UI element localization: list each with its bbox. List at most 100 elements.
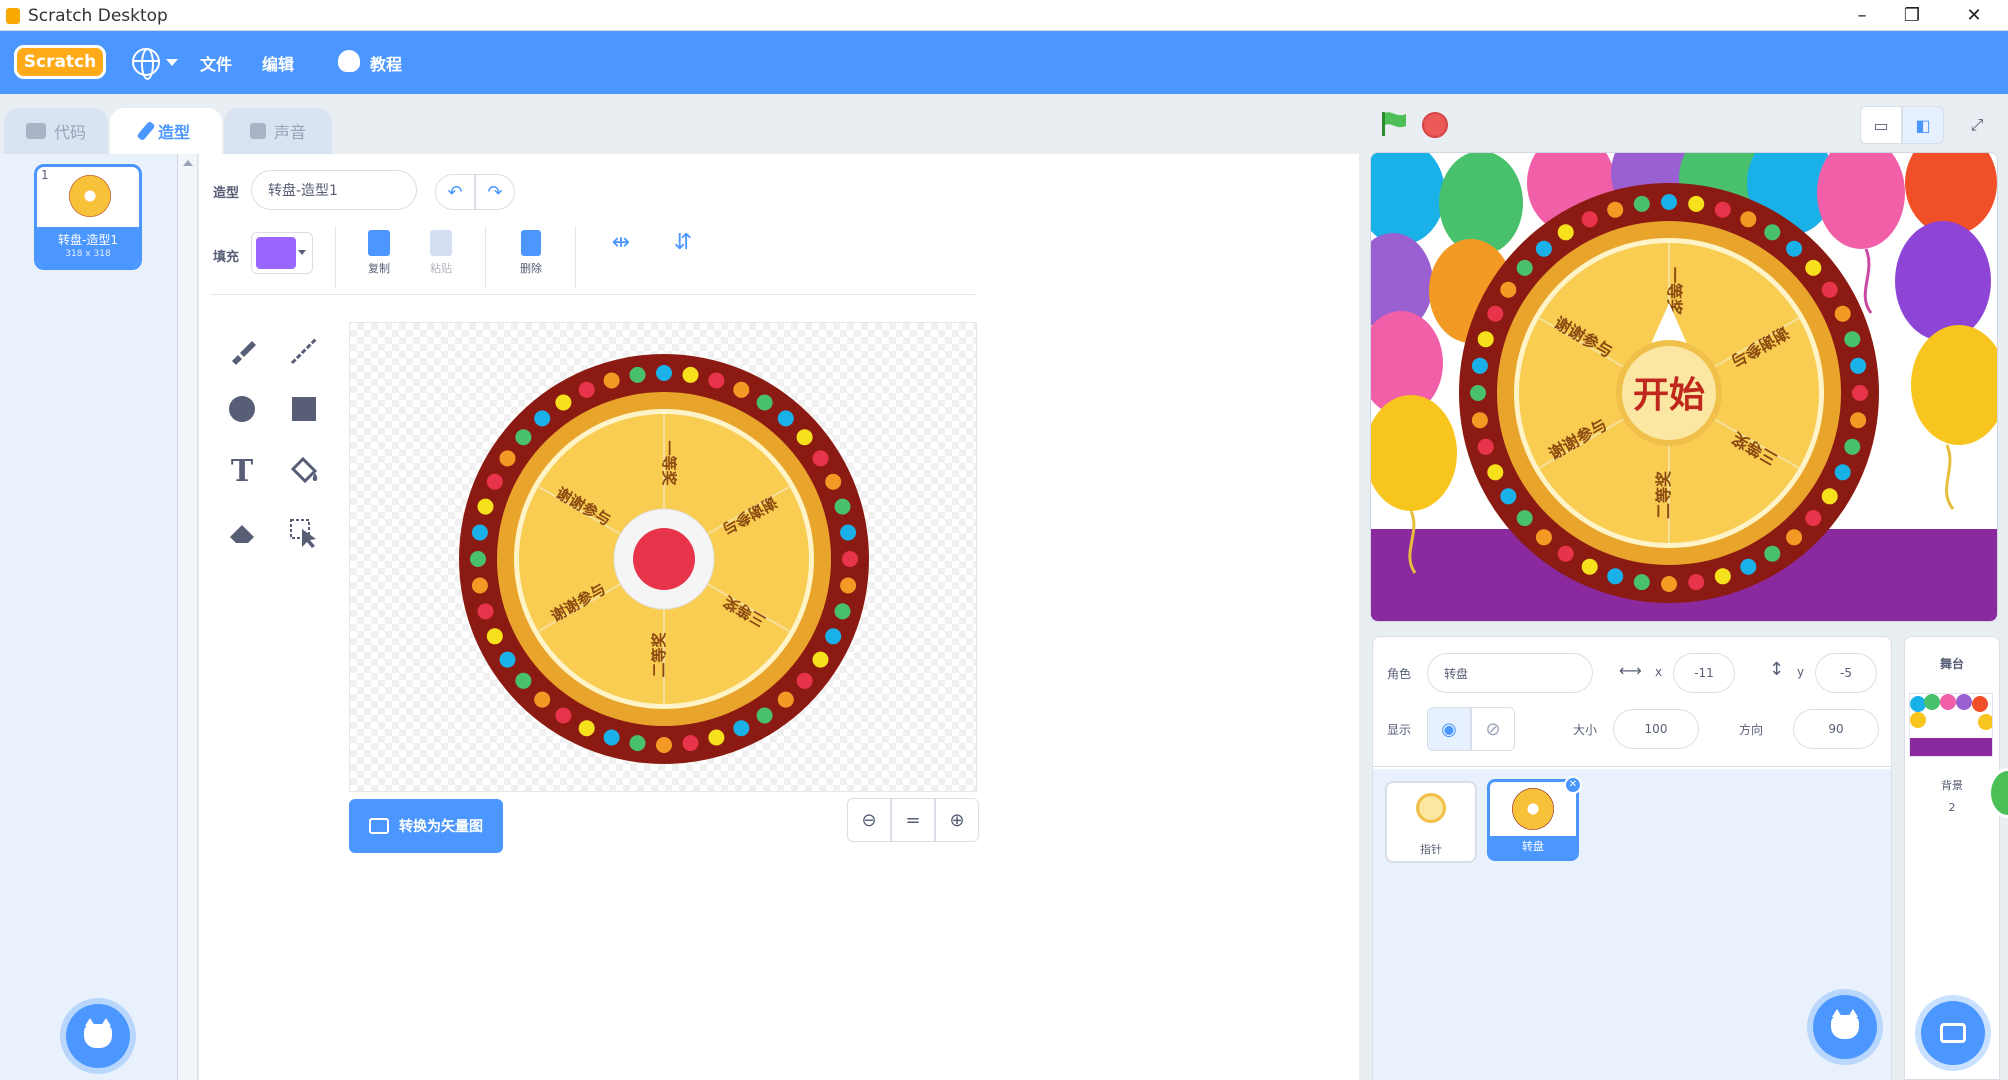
- choose-backdrop-button[interactable]: [1921, 1001, 1985, 1065]
- size-input[interactable]: 100: [1613, 709, 1699, 749]
- rim-light: [1740, 211, 1757, 228]
- rim-light: [1740, 558, 1757, 575]
- minimize-button[interactable]: –: [1838, 0, 1886, 31]
- costume-list-scrollbar[interactable]: [178, 154, 198, 1080]
- brush-tool-icon: [232, 341, 256, 365]
- menu-tutorials[interactable]: 教程: [370, 50, 402, 76]
- undo-button[interactable]: ↶: [435, 174, 475, 210]
- hide-sprite-button[interactable]: ⊘: [1471, 707, 1515, 751]
- x-label: x: [1655, 665, 1663, 679]
- zoom-controls: ⊖ = ⊕: [847, 798, 979, 842]
- rim-light: [1786, 240, 1803, 257]
- choose-sprite-button[interactable]: [1813, 995, 1877, 1059]
- language-globe-icon[interactable]: [132, 48, 160, 80]
- zoom-reset-button[interactable]: =: [891, 798, 935, 842]
- costume-name-input[interactable]: 转盘-造型1: [251, 170, 417, 210]
- scroll-up-icon[interactable]: [183, 160, 193, 166]
- show-sprite-button[interactable]: ◉: [1427, 707, 1471, 751]
- eraser-tool[interactable]: [219, 510, 265, 556]
- flip-horizontal-button[interactable]: ⇹: [591, 230, 651, 286]
- rim-light: [1844, 331, 1861, 348]
- y-input[interactable]: -5: [1815, 653, 1877, 693]
- sprite-name-input[interactable]: 转盘: [1427, 653, 1593, 693]
- stop-icon[interactable]: [1422, 112, 1448, 138]
- tab-code[interactable]: 代码: [4, 108, 108, 154]
- choose-costume-button[interactable]: [66, 1004, 130, 1068]
- delete-sprite-icon[interactable]: ✕: [1564, 776, 1582, 794]
- eye-off-icon: ⊘: [1485, 718, 1501, 740]
- show-label: 显示: [1387, 723, 1412, 737]
- menu-edit[interactable]: 编辑: [262, 50, 294, 76]
- toolbar-divider: [485, 226, 486, 288]
- line-tool[interactable]: [281, 328, 327, 374]
- eye-icon: ◉: [1441, 718, 1457, 740]
- stage-canvas[interactable]: 一等奖 谢谢参与 三等奖 二等奖 谢谢参与 谢谢参与 开始: [1370, 152, 1998, 622]
- direction-input[interactable]: 90: [1793, 709, 1879, 749]
- tutorials-bulb-icon[interactable]: [338, 50, 360, 72]
- brush-tool[interactable]: [219, 328, 265, 374]
- rim-light: [796, 429, 813, 446]
- circle-tool[interactable]: [219, 386, 265, 432]
- costume-item[interactable]: 1 转盘-造型1 318 x 318: [34, 164, 142, 270]
- copy-button[interactable]: 复制: [349, 230, 409, 286]
- wheel-hub[interactable]: [633, 528, 695, 590]
- paint-canvas[interactable]: 一等奖 谢谢参与 三等奖 二等奖 谢谢参与 谢谢参与: [349, 322, 977, 792]
- rim-light: [708, 729, 725, 746]
- rim-light: [1516, 259, 1533, 276]
- rim-light: [1850, 357, 1867, 374]
- stage-target-pane[interactable]: 舞台 背景 2: [1904, 636, 2000, 1080]
- fill-color-picker[interactable]: [251, 232, 313, 274]
- scratch-logo[interactable]: Scratch: [14, 45, 106, 79]
- flip-vertical-button[interactable]: ⇵: [653, 230, 713, 286]
- costume-thumbnail: [69, 175, 111, 217]
- restore-button[interactable]: ❐: [1888, 0, 1936, 31]
- rim-light: [1487, 464, 1504, 481]
- sprite-tile-wheel[interactable]: 转盘 ✕: [1487, 776, 1582, 861]
- cat-plus-icon: [1831, 1009, 1859, 1039]
- rim-light: [1821, 281, 1838, 298]
- select-tool[interactable]: [281, 510, 327, 556]
- menu-file[interactable]: 文件: [200, 50, 232, 76]
- rim-light: [534, 410, 551, 427]
- fullscreen-button[interactable]: ⤢: [1956, 106, 1998, 144]
- zoom-in-button[interactable]: ⊕: [935, 798, 979, 842]
- rim-light: [1764, 224, 1781, 241]
- rim-light: [477, 603, 494, 620]
- flip-horizontal-icon: ⇹: [611, 230, 631, 255]
- zoom-out-button[interactable]: ⊖: [847, 798, 891, 842]
- sprite-thumbnail: [1416, 793, 1446, 823]
- sprite-label: 角色: [1387, 667, 1412, 681]
- green-flag-icon[interactable]: [1380, 110, 1408, 136]
- tab-sounds[interactable]: 声音: [224, 108, 332, 154]
- close-button[interactable]: ✕: [1950, 0, 1998, 31]
- redo-button[interactable]: ↷: [475, 174, 515, 210]
- backdrop-icon: [1940, 1023, 1966, 1043]
- rim-light: [812, 450, 829, 467]
- rim-light: [1764, 545, 1781, 562]
- sprite-tile-pointer[interactable]: 指针: [1385, 781, 1477, 863]
- direction-label: 方向: [1739, 723, 1764, 737]
- rectangle-tool-icon: [292, 397, 316, 421]
- tab-costumes[interactable]: 造型: [110, 108, 222, 154]
- tab-sounds-label: 声音: [273, 123, 306, 142]
- tab-costumes-label: 造型: [157, 123, 190, 142]
- rim-light: [578, 381, 595, 398]
- y-arrow-icon: ↕: [1769, 659, 1785, 680]
- convert-to-vector-button[interactable]: 转换为矢量图: [349, 799, 503, 853]
- small-stage-button[interactable]: ▭: [1860, 106, 1902, 144]
- rim-light: [1477, 331, 1494, 348]
- language-caret-icon[interactable]: [166, 59, 178, 66]
- large-stage-button[interactable]: ◧: [1902, 106, 1944, 144]
- delete-button[interactable]: 删除: [501, 230, 561, 286]
- fill-tool[interactable]: [281, 448, 327, 494]
- rim-light: [578, 720, 595, 737]
- x-input[interactable]: -11: [1673, 653, 1735, 693]
- text-tool[interactable]: T: [219, 448, 265, 494]
- rectangle-tool[interactable]: [281, 386, 327, 432]
- large-stage-icon: ◧: [1915, 115, 1931, 135]
- stage-thumbnail-scene: [1910, 694, 1992, 756]
- paste-button[interactable]: 粘贴: [411, 230, 471, 286]
- x-arrow-icon: ⟷: [1619, 661, 1642, 680]
- wheel-segment-label: 二等奖: [1654, 470, 1673, 519]
- stage-title: 舞台: [1939, 657, 1964, 671]
